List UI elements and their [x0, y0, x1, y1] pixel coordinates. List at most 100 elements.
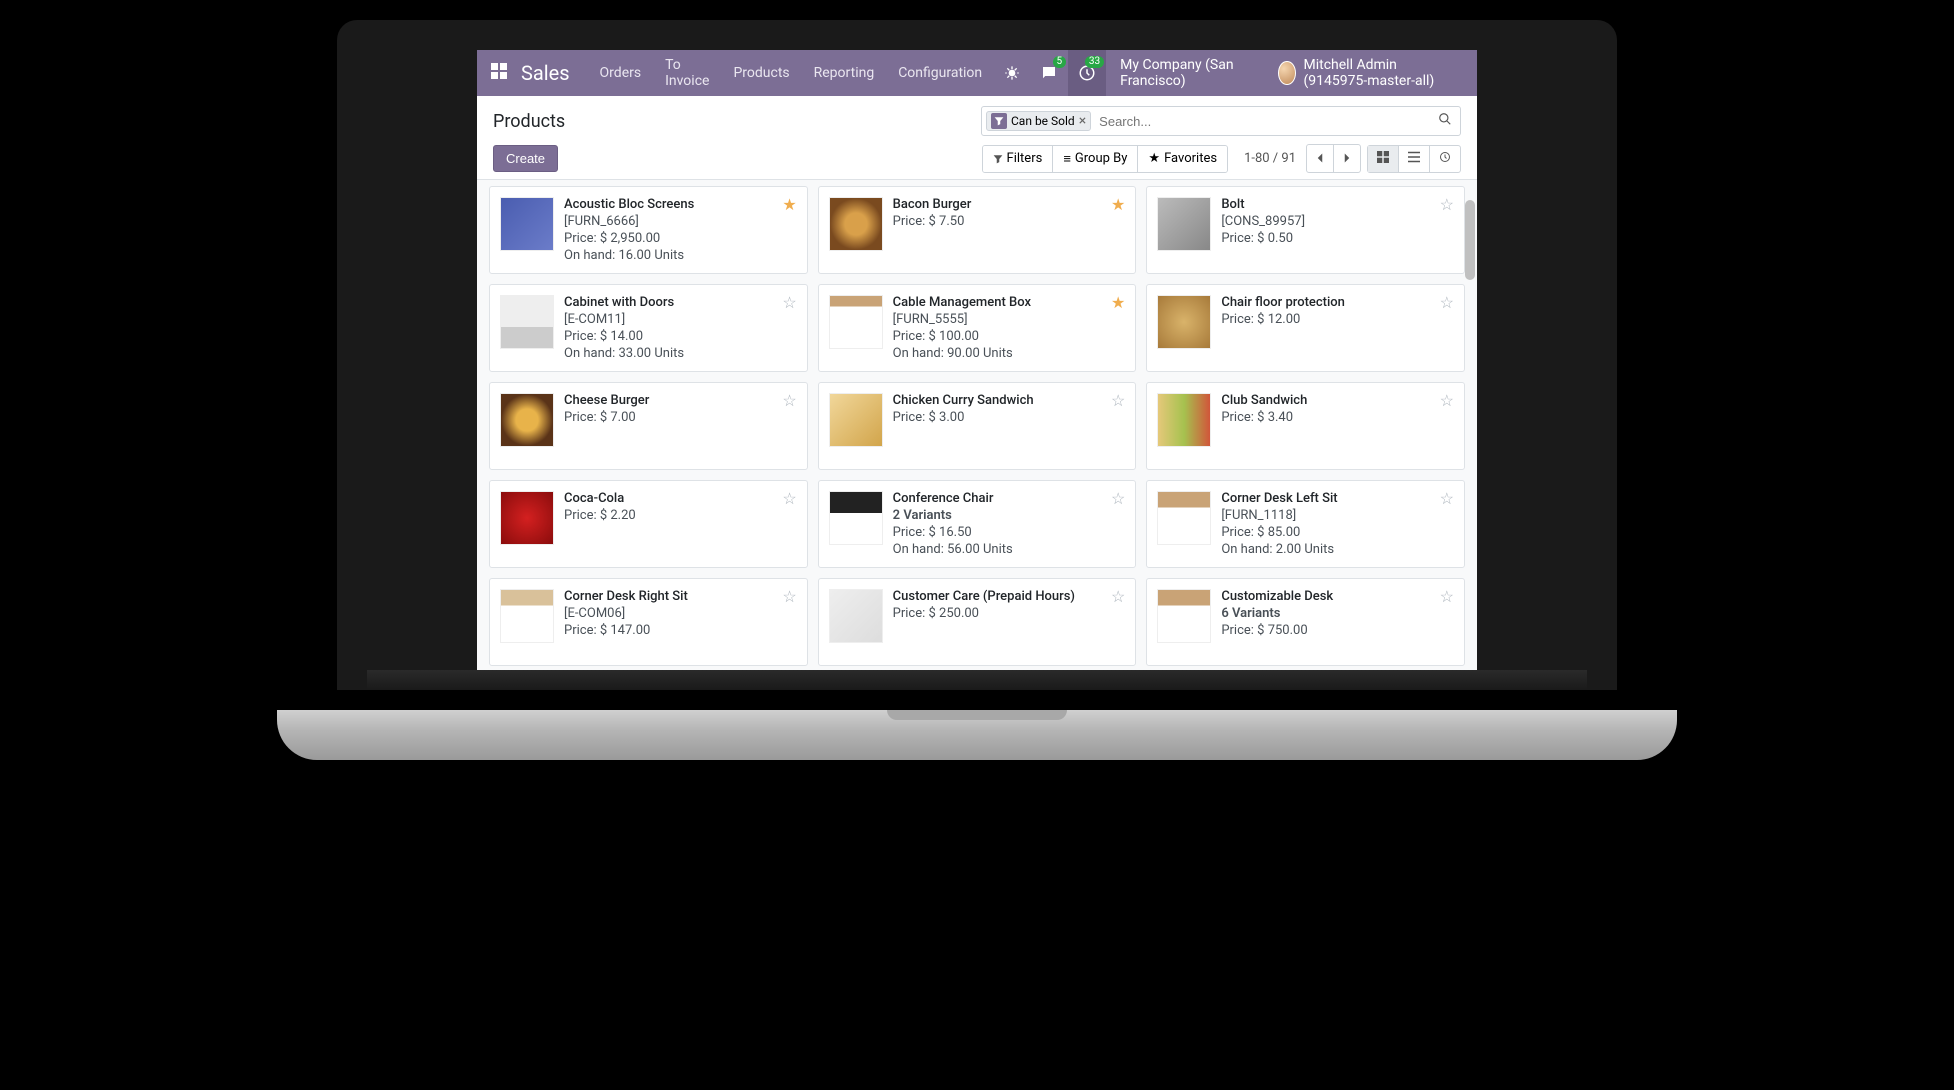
product-image	[829, 393, 883, 447]
favorite-star-icon[interactable]: ☆	[1111, 391, 1125, 410]
nav-item-products[interactable]: Products	[721, 50, 801, 96]
product-price: Price: $ 2.20	[564, 508, 797, 523]
messaging-icon[interactable]: 5	[1030, 50, 1068, 96]
product-name: Corner Desk Right Sit	[564, 589, 797, 604]
pager-prev-button[interactable]	[1307, 145, 1334, 172]
product-price: Price: $ 750.00	[1221, 623, 1454, 638]
favorite-star-icon[interactable]: ☆	[1440, 195, 1454, 214]
activity-icon[interactable]: 33	[1068, 50, 1106, 96]
product-card[interactable]: Conference Chair2 VariantsPrice: $ 16.50…	[818, 480, 1137, 568]
product-reference: [E-COM11]	[564, 312, 797, 327]
user-name: Mitchell Admin (9145975-master-all)	[1304, 57, 1464, 89]
scrollbar[interactable]	[1465, 200, 1475, 280]
product-onhand: On hand: 90.00 Units	[893, 346, 1126, 361]
product-info: Bolt[CONS_89957]Price: $ 0.50	[1221, 197, 1454, 263]
product-image	[1157, 393, 1211, 447]
favorite-star-icon[interactable]: ☆	[1440, 293, 1454, 312]
product-image	[829, 491, 883, 545]
apps-menu-icon[interactable]	[477, 63, 521, 84]
favorite-star-icon[interactable]: ☆	[1440, 587, 1454, 606]
search-input[interactable]	[1095, 114, 1430, 129]
nav-item-configuration[interactable]: Configuration	[886, 50, 994, 96]
product-name: Club Sandwich	[1221, 393, 1454, 408]
product-name: Customer Care (Prepaid Hours)	[893, 589, 1126, 604]
favorite-star-icon[interactable]: ★	[1111, 293, 1125, 312]
product-image	[500, 589, 554, 643]
filter-icon	[991, 113, 1007, 129]
favorite-star-icon[interactable]: ★	[782, 195, 796, 214]
debug-icon[interactable]	[994, 50, 1030, 96]
pager-next-button[interactable]	[1334, 145, 1360, 172]
laptop-notch	[887, 710, 1067, 720]
product-variants: 6 Variants	[1221, 606, 1454, 621]
avatar	[1278, 61, 1295, 85]
product-card[interactable]: Corner Desk Left Sit[FURN_1118]Price: $ …	[1146, 480, 1465, 568]
product-info: Coca-ColaPrice: $ 2.20	[564, 491, 797, 557]
product-card[interactable]: Chair floor protectionPrice: $ 12.00☆	[1146, 284, 1465, 372]
search-view[interactable]: Can be Sold ×	[981, 106, 1461, 136]
product-card[interactable]: Cheese BurgerPrice: $ 7.00☆	[489, 382, 808, 470]
product-name: Acoustic Bloc Screens	[564, 197, 797, 212]
product-info: Cabinet with Doors[E-COM11]Price: $ 14.0…	[564, 295, 797, 361]
nav-item-to-invoice[interactable]: To Invoice	[653, 50, 721, 96]
favorite-star-icon[interactable]: ☆	[1440, 391, 1454, 410]
product-image	[829, 197, 883, 251]
favorite-star-icon[interactable]: ☆	[782, 489, 796, 508]
favorite-star-icon[interactable]: ☆	[782, 587, 796, 606]
favorite-star-icon[interactable]: ☆	[1111, 489, 1125, 508]
company-selector[interactable]: My Company (San Francisco)	[1106, 57, 1264, 89]
filters-button[interactable]: Filters	[983, 146, 1054, 172]
search-options-group: Filters ≡ Group By ★ Favorites	[982, 145, 1229, 173]
product-price: Price: $ 147.00	[564, 623, 797, 638]
favorite-star-icon[interactable]: ☆	[1440, 489, 1454, 508]
product-onhand: On hand: 16.00 Units	[564, 248, 797, 263]
nav-item-orders[interactable]: Orders	[588, 50, 654, 96]
product-card[interactable]: Club SandwichPrice: $ 3.40☆	[1146, 382, 1465, 470]
list-view-button[interactable]	[1399, 146, 1430, 172]
product-name: Corner Desk Left Sit	[1221, 491, 1454, 506]
product-card[interactable]: Chicken Curry SandwichPrice: $ 3.00☆	[818, 382, 1137, 470]
product-name: Cheese Burger	[564, 393, 797, 408]
product-card[interactable]: Cabinet with Doors[E-COM11]Price: $ 14.0…	[489, 284, 808, 372]
kanban-view-button[interactable]	[1368, 146, 1399, 172]
product-card[interactable]: Bacon BurgerPrice: $ 7.50★	[818, 186, 1137, 274]
product-card[interactable]: Corner Desk Right Sit[E-COM06]Price: $ 1…	[489, 578, 808, 666]
product-card[interactable]: Cable Management Box[FURN_5555]Price: $ …	[818, 284, 1137, 372]
laptop-bezel: Sales OrdersTo InvoiceProductsReportingC…	[337, 20, 1617, 690]
product-info: Corner Desk Left Sit[FURN_1118]Price: $ …	[1221, 491, 1454, 557]
favorite-star-icon[interactable]: ☆	[782, 293, 796, 312]
product-info: Club SandwichPrice: $ 3.40	[1221, 393, 1454, 459]
create-button[interactable]: Create	[493, 145, 558, 172]
search-icon[interactable]	[1434, 112, 1456, 130]
app-screen: Sales OrdersTo InvoiceProductsReportingC…	[477, 50, 1477, 690]
product-card[interactable]: Customer Care (Prepaid Hours)Price: $ 25…	[818, 578, 1137, 666]
product-card[interactable]: Customizable Desk6 VariantsPrice: $ 750.…	[1146, 578, 1465, 666]
product-card[interactable]: Bolt[CONS_89957]Price: $ 0.50☆	[1146, 186, 1465, 274]
product-price: Price: $ 12.00	[1221, 312, 1454, 327]
favorite-star-icon[interactable]: ★	[1111, 195, 1125, 214]
user-menu[interactable]: Mitchell Admin (9145975-master-all)	[1264, 57, 1477, 89]
product-info: Chair floor protectionPrice: $ 12.00	[1221, 295, 1454, 361]
favorite-star-icon[interactable]: ☆	[1111, 587, 1125, 606]
kanban-grid: Acoustic Bloc Screens[FURN_6666]Price: $…	[489, 186, 1465, 666]
product-card[interactable]: Acoustic Bloc Screens[FURN_6666]Price: $…	[489, 186, 808, 274]
breadcrumb[interactable]: Products	[493, 111, 565, 132]
product-image	[1157, 197, 1211, 251]
groupby-button[interactable]: ≡ Group By	[1053, 146, 1138, 172]
activity-view-button[interactable]	[1430, 146, 1460, 172]
kanban-view[interactable]: Acoustic Bloc Screens[FURN_6666]Price: $…	[477, 180, 1477, 682]
activity-badge: 33	[1085, 56, 1104, 68]
product-card[interactable]: Coca-ColaPrice: $ 2.20☆	[489, 480, 808, 568]
chip-close-icon[interactable]: ×	[1079, 114, 1086, 128]
app-name[interactable]: Sales	[521, 61, 588, 85]
favorite-star-icon[interactable]: ☆	[782, 391, 796, 410]
search-filter-chip[interactable]: Can be Sold ×	[986, 111, 1091, 131]
product-price: Price: $ 85.00	[1221, 525, 1454, 540]
product-price: Price: $ 14.00	[564, 329, 797, 344]
favorites-button[interactable]: ★ Favorites	[1138, 146, 1227, 172]
pager-text[interactable]: 1-80 / 91	[1234, 151, 1306, 166]
product-onhand: On hand: 33.00 Units	[564, 346, 797, 361]
product-image	[1157, 295, 1211, 349]
product-price: Price: $ 3.00	[893, 410, 1126, 425]
nav-item-reporting[interactable]: Reporting	[802, 50, 887, 96]
